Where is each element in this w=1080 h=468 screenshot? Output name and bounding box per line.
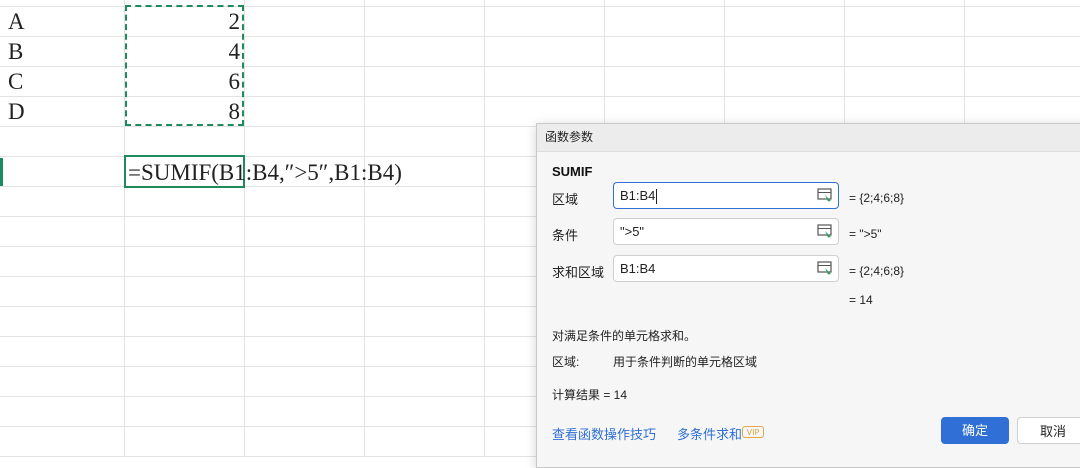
multi-condition-sum-link[interactable]: 多条件求和	[677, 424, 742, 443]
function-arguments-dialog: 函数参数 SUMIF 区域 B1:B4 = {2;4;6;8} 条件 ">5" …	[536, 123, 1080, 468]
range-select-icon[interactable]	[817, 224, 833, 239]
function-description: 对满足条件的单元格求和。	[552, 329, 697, 343]
active-row-marker	[0, 158, 3, 186]
function-tips-link[interactable]: 查看函数操作技巧	[552, 424, 656, 443]
function-total-result: = 14	[849, 293, 873, 307]
calc-result: 计算结果 = 14	[552, 388, 628, 402]
dialog-title[interactable]: 函数参数	[537, 124, 1080, 152]
cell-a3[interactable]: C	[8, 67, 118, 97]
arg-result-criteria: = ">5"	[849, 227, 882, 241]
arg-label-range: 区域	[552, 192, 579, 207]
cell-a1[interactable]: A	[8, 7, 118, 37]
range-input-value: B1:B4	[620, 188, 656, 203]
range-select-icon[interactable]	[817, 188, 833, 203]
function-name: SUMIF	[552, 164, 593, 179]
sum-range-input-value: B1:B4	[620, 261, 656, 276]
cell-a2[interactable]: B	[8, 37, 118, 67]
arg-result-sum-range: = {2;4;6;8}	[849, 264, 905, 278]
arg-label-sum-range: 求和区域	[552, 265, 605, 280]
text-caret	[656, 189, 658, 205]
selected-range-marquee	[125, 5, 244, 126]
arg-result-range: = {2;4;6;8}	[849, 191, 905, 205]
range-select-icon[interactable]	[817, 261, 833, 276]
criteria-input-value: ">5"	[620, 224, 645, 239]
cell-a4[interactable]: D	[8, 97, 118, 127]
criteria-input[interactable]: ">5"	[613, 218, 839, 245]
range-input[interactable]: B1:B4	[613, 182, 839, 209]
vip-badge: VIP	[742, 426, 764, 438]
param-description: 用于条件判断的单元格区域	[613, 355, 758, 369]
param-label: 区域:	[552, 355, 580, 369]
ok-button[interactable]: 确定	[941, 417, 1009, 444]
arg-label-criteria: 条件	[552, 228, 579, 243]
cell-formula[interactable]: =SUMIF(B1:B4,″>5″,B1:B4)	[128, 158, 402, 188]
cancel-button[interactable]: 取消	[1017, 417, 1080, 444]
sum-range-input[interactable]: B1:B4	[613, 255, 839, 282]
